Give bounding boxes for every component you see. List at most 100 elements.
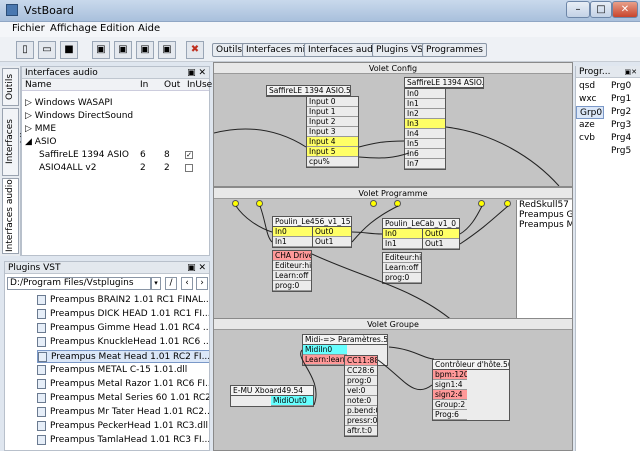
maximize-button[interactable]: □ [590,1,612,18]
col-name[interactable]: Name [25,79,52,91]
title-bar: VstBoard – □ ✕ [0,0,640,22]
list-item[interactable]: Preampus Metal Series 60 1.01 RC2... [37,392,209,405]
window-title: VstBoard [24,4,74,17]
plugin-file-icon [37,364,46,375]
inuse-checkbox[interactable] [185,164,193,172]
list-item[interactable]: cvb [576,132,606,145]
side-tab-interfaces-midi[interactable]: Interfaces midi [2,108,30,176]
tab-programmes[interactable]: Programmes [422,43,487,57]
programs-panel: Progr... ▣✕ qsd wxc Grp0 aze cvb Prg0 Pr… [575,66,640,451]
path-input[interactable]: D:/Program Files/Vstplugins [7,277,151,290]
groups-list: qsd wxc Grp0 aze cvb [576,80,606,145]
list-item[interactable]: Grp0 [576,106,604,119]
plugin-file-icon [37,392,46,403]
panel-title: Plugins VST [8,263,61,273]
close-button[interactable]: ✕ [612,1,638,18]
list-item[interactable]: Preampus Metal Razor 1.01 RC6 FI... [37,378,209,391]
side-tab-interfaces-audio[interactable]: Interfaces audio [2,178,19,254]
panel-header: Progr... ▣✕ [576,66,640,78]
setup-save-icon[interactable]: ▣ [114,41,132,59]
list-item[interactable]: ▷ Windows DirectSound [25,110,205,122]
list-item[interactable]: Preampus PeckerHead 1.01 RC3.dll [37,420,208,433]
list-item[interactable]: Prg0 [608,80,638,93]
groupe-connections [300,346,435,406]
list-item[interactable]: Preampus DICK HEAD 1.01 RC1 FI... [37,308,209,321]
panel-title: Interfaces audio [25,68,98,78]
config-connections [214,126,560,186]
panel-float-close-icon[interactable]: ▣ ✕ [187,262,206,274]
list-item[interactable]: Preampus Gimme Head 1.01 RC4 ... [37,322,209,335]
list-item[interactable]: Preampus Mr Tater Head 1.01 RC2... [37,406,209,419]
list-item[interactable]: Prg2 [608,106,638,119]
plugin-name: Preampus DICK HEAD 1.01 RC1 FI... [50,309,209,319]
list-item[interactable]: Preampus TamlaHead 1.01 RC3 FI... [37,434,209,447]
plugin-file-icon [37,336,46,347]
panel-float-close-icon[interactable]: ▣✕ [625,66,637,78]
list-item[interactable]: Prg5 [608,145,638,158]
open-icon[interactable]: ▭ [38,41,56,59]
programs-list: Prg0 Prg1 Prg2 Prg3 Prg4 Prg5 [608,80,638,158]
plugin-name: Preampus Meat Head 1.01 RC2 FI... [51,352,209,362]
plugin-file-icon [37,420,46,431]
panel-title: Progr... [579,67,611,77]
list-item[interactable]: wxc [576,93,606,106]
plugin-name: Preampus METAL C-15 1.01.dll [50,365,188,375]
list-item[interactable]: qsd [576,80,606,93]
col-out[interactable]: Out [164,79,180,91]
list-item[interactable]: aze [576,119,606,132]
browse-icon[interactable]: / [165,277,177,290]
side-tab-outils[interactable]: Outils [2,68,19,106]
audio-interfaces-panel: Interfaces audio ▣ ✕ Name In Out InUse ▷… [21,66,212,256]
app-icon [6,4,18,16]
list-item[interactable]: Prg3 [608,119,638,132]
panel-header: Plugins VST ▣ ✕ [5,262,209,274]
new-icon[interactable]: ▯ [16,41,34,59]
menu-edition[interactable]: Edition [100,23,135,34]
project-icon[interactable]: ▣ [136,41,154,59]
forward-icon[interactable]: › [196,277,208,290]
menu-affichage[interactable]: Affichage [50,23,97,34]
list-item[interactable]: ASIO4ALL v2 2 2 [22,162,209,174]
list-item[interactable]: Prg1 [608,93,638,106]
plugin-name: Preampus PeckerHead 1.01 RC3.dll [50,421,208,431]
path-dropdown-icon[interactable]: ▾ [151,277,161,290]
plugin-file-icon [37,308,46,319]
side-tabs: Outils Interfaces midi Interfaces audio [0,66,30,256]
col-inuse[interactable]: InUse [187,79,212,91]
tools-icon[interactable]: ✖ [186,41,204,59]
list-item[interactable]: ▷ MME [25,123,205,135]
groupe-graph: Volet Groupe Midi-=> Paramètres.55 MidiI… [213,318,573,451]
plugin-file-icon [37,378,46,389]
panel-float-close-icon[interactable]: ▣ ✕ [187,67,206,79]
plugin-name: Preampus TamlaHead 1.01 RC3 FI... [50,435,209,445]
panel-header: Interfaces audio ▣ ✕ [22,67,209,79]
list-item[interactable]: Prg4 [608,132,638,145]
minimize-button[interactable]: – [566,1,590,18]
programme-graph: Volet Programme Poulin_Le456_v1_152 In0 … [213,187,573,323]
inuse-checkbox[interactable]: ✓ [185,151,193,159]
list-item[interactable]: ◢ ASIO [25,136,205,148]
plugin-name: Preampus Metal Razor 1.01 RC6 FI... [50,379,209,389]
tab-outils[interactable]: Outils [212,43,247,57]
list-item[interactable]: Preampus BRAIN2 1.01 RC1 FINAL... [37,294,209,307]
back-icon[interactable]: ‹ [181,277,193,290]
list-item[interactable]: Preampus Meat Head 1.01 RC2 FI... [37,350,209,363]
list-item[interactable]: Preampus METAL C-15 1.01.dll [37,364,187,377]
menu-aide[interactable]: Aide [138,23,160,34]
project-save-icon[interactable]: ▣ [158,41,176,59]
toolbar: ▯ ▭ ■ ▣ ▣ ▣ ▣ ✖ Outils Interfaces midi I… [0,37,640,62]
plugins-panel: Plugins VST ▣ ✕ D:/Program Files/Vstplug… [4,261,210,451]
plugin-file-icon [38,351,47,362]
plugin-file-icon [37,322,46,333]
plugin-name: Preampus KnuckleHead 1.01 RC6 ... [50,337,209,347]
save-icon[interactable]: ■ [60,41,78,59]
plugin-file-icon [37,294,46,305]
menu-fichier[interactable]: Fichier [12,23,45,34]
plugin-file-icon [37,434,46,445]
list-item[interactable]: ▷ Windows WASAPI [25,97,205,109]
setup-icon[interactable]: ▣ [92,41,110,59]
list-item[interactable]: Preampus KnuckleHead 1.01 RC6 ... [37,336,209,349]
list-item[interactable]: SaffireLE 1394 ASIO 6 8 ✓ [22,149,209,161]
col-in[interactable]: In [140,79,148,91]
plugin-name: Preampus Mr Tater Head 1.01 RC2... [50,407,209,417]
